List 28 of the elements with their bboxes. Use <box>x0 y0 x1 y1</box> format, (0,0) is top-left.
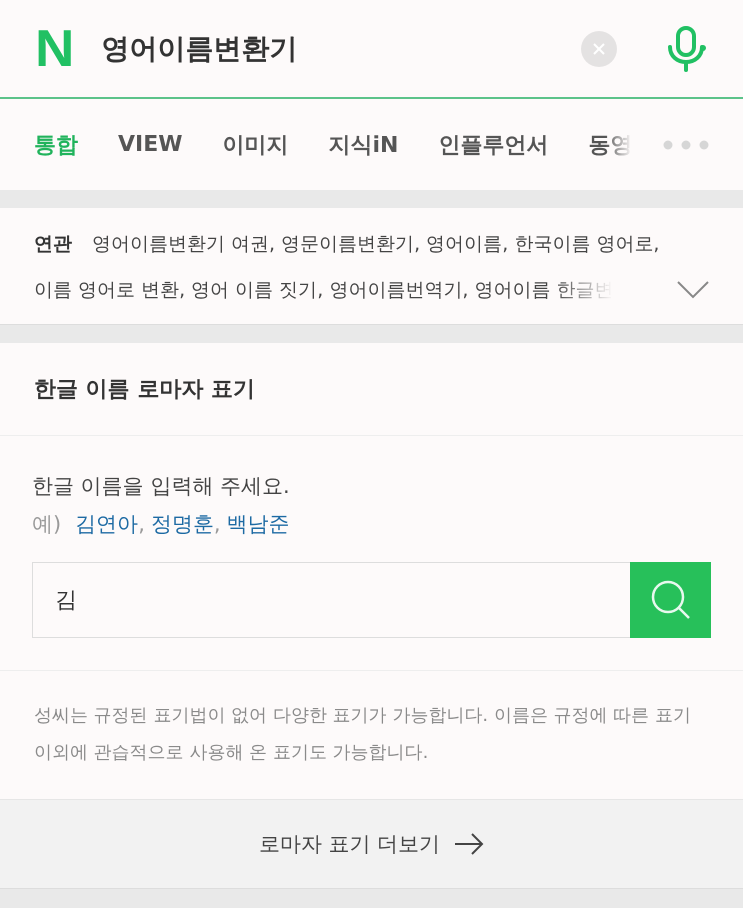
example-link[interactable]: 정명훈 <box>150 510 214 538</box>
more-button[interactable]: 로마자 표기 더보기 <box>0 799 743 889</box>
tab[interactable]: VIEW <box>118 130 183 160</box>
close-icon <box>592 42 606 56</box>
example-link[interactable]: 김연아 <box>75 510 138 538</box>
chevron-down-icon[interactable] <box>677 281 709 299</box>
related-searches[interactable]: 이름 영어로 변환, 영어 이름 짓기, 영어이름번역기, 영어이름 한글변 <box>34 277 614 303</box>
example-label: 예) <box>32 511 62 538</box>
card-title: 한글 이름 로마자 표기 <box>0 343 743 436</box>
microphone-icon[interactable] <box>665 26 707 72</box>
prompt-text: 한글 이름을 입력해 주세요. <box>32 473 291 500</box>
clear-button[interactable] <box>581 30 617 66</box>
search-query[interactable]: 영어이름변환기 <box>102 30 553 68</box>
example-link[interactable]: 백남준 <box>226 510 290 538</box>
arrow-right-icon <box>454 833 484 855</box>
note-text: 성씨는 규정된 표기법이 없어 다양한 표기가 가능합니다. 이름은 규정에 따른 표기 이외에 관습적으로 사용해 온 표기도 가능합니다. <box>33 704 692 765</box>
separator: , <box>138 512 145 536</box>
tab[interactable]: 이미지 <box>222 130 289 160</box>
separator: , <box>214 512 221 536</box>
name-input[interactable]: 김 <box>32 562 630 638</box>
tab[interactable]: 동영 <box>588 130 632 160</box>
tab[interactable]: 지식iN <box>328 130 398 160</box>
search-icon <box>650 579 692 621</box>
more-icon[interactable] <box>663 140 709 150</box>
related-label: 연관 <box>34 232 72 257</box>
tab[interactable]: 인플루언서 <box>438 130 548 160</box>
related-searches[interactable]: 영어이름변환기 여권, 영문이름변환기, 영어이름, 한국이름 영어로, <box>92 231 660 257</box>
search-button[interactable] <box>630 562 711 638</box>
